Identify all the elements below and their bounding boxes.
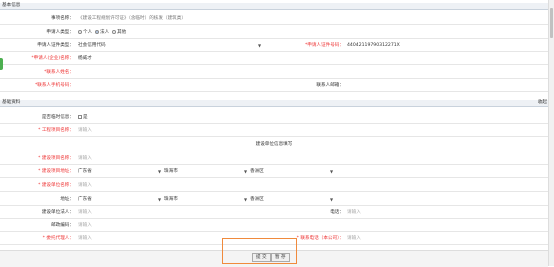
project-name-input[interactable]: 请输入 [78, 127, 92, 134]
loc-district-select[interactable]: 香洲区 [250, 196, 264, 203]
unit-name-label-text: * 建设单位名称： [38, 183, 74, 188]
form-row-cert: 申请人证件类型： 社会信用代码 ▼ *申请人证件号码： 440421197903… [0, 40, 548, 52]
cert-type-label: 申请人证件类型： [37, 43, 74, 48]
project-name-label-text: * 工程项目名称： [38, 128, 74, 133]
is-temp-label: 是否临时信息： [41, 115, 74, 120]
contact-email-label: 联系人邮箱： [316, 83, 344, 88]
scrollbar[interactable] [548, 0, 554, 266]
section-header-basic-info: 基本信息 [0, 3, 550, 10]
radio-legal-person[interactable]: 法人 [95, 27, 109, 38]
loc-city-select[interactable]: 珠海市 [164, 196, 178, 203]
chevron-down-icon[interactable]: ▼ [244, 196, 247, 203]
contact-name-label-text: *联系人姓名： [44, 70, 74, 75]
applicant-name-label: *申请人(企业)名称： [0, 53, 74, 64]
form-row-location: 地址： 广东省 ▼ 珠海市 ▼ 香洲区 ▼ [0, 194, 548, 206]
section-title: 基本信息 [2, 3, 21, 8]
city-select[interactable]: 珠海市 [164, 168, 178, 175]
unit-name-input[interactable]: 请输入 [78, 182, 92, 189]
applicant-name-label-text: *申请人(企业)名称： [31, 56, 74, 61]
chevron-down-icon[interactable]: ▼ [158, 196, 161, 203]
radio-icon [78, 29, 82, 34]
collapse-link[interactable]: 收起 [538, 100, 547, 106]
section-header-basic-data: 基础资料 [0, 100, 550, 107]
project-name-label: * 工程项目名称： [0, 125, 74, 136]
form-row-item-name: 事项名称： 《建设工程规划许可证》（含临时）的核发（建筑类） [0, 13, 548, 25]
contact-name-label: *联系人姓名： [0, 67, 74, 78]
scrollbar-thumb[interactable] [550, 8, 553, 38]
legal-person-input[interactable]: 请输入 [78, 209, 92, 216]
phone-input[interactable]: 请输入 [347, 209, 361, 216]
contact-label-text: * 联系电话（本公司）： [296, 236, 344, 241]
item-name-label: 事项名称： [51, 16, 74, 21]
contact-input[interactable]: 请输入 [347, 235, 361, 242]
radio-label: 法人 [100, 30, 110, 35]
chevron-down-icon[interactable]: ▼ [244, 168, 247, 175]
form-row-contact-name: *联系人姓名： [0, 67, 548, 79]
builder-section-title: 建设单位信息填写 [255, 142, 293, 147]
radio-other[interactable]: 其他 [112, 27, 126, 38]
form-row-unit-name: * 建设单位名称： 请输入 [0, 180, 548, 192]
builder-address-label-text: * 建设项目地址： [38, 169, 74, 174]
radio-label: 其他 [117, 30, 127, 35]
province-select[interactable]: 广东省 [78, 168, 92, 175]
cert-no-label-text: *申请人证件号码： [304, 43, 344, 48]
cert-no-input[interactable]: 44042119790312271X [347, 40, 400, 51]
district-select[interactable]: 香洲区 [250, 168, 264, 175]
applicant-type-label: 申请人类型： [46, 30, 74, 35]
chevron-down-icon[interactable]: ▼ [330, 196, 333, 203]
loc-province-select[interactable]: 广东省 [78, 196, 92, 203]
highlight-box [222, 238, 297, 264]
contact-phone-label: *联系人手机号码： [0, 80, 74, 91]
postcode-input[interactable]: 请输入 [78, 222, 92, 229]
chevron-down-icon[interactable]: ▼ [258, 42, 261, 49]
form-row-is-temp: 是否临时信息： 是 [0, 112, 548, 124]
applicant-name-input[interactable]: 杨威才 [78, 53, 92, 64]
agent-label: * 委托代理人： [0, 233, 74, 244]
item-name-value: 《建设工程规划许可证》（含临时）的核发（建筑类） [78, 16, 186, 21]
form-row-contact-phone: *联系人手机号码： 联系人邮箱： [0, 80, 548, 92]
cert-no-label: *申请人证件号码： [270, 40, 344, 51]
agent-label-text: * 委托代理人： [42, 236, 74, 241]
form-row-applicant-type: 申请人类型： 个人 法人 其他 [0, 27, 548, 39]
radio-label: 个人 [83, 30, 93, 35]
form-row-builder-address: * 建设项目地址： 广东省 ▼ 珠海市 ▼ 香洲区 ▼ [0, 166, 548, 178]
unit-name-label: * 建设单位名称： [0, 180, 74, 191]
form-row-project-name: * 工程项目名称： 请输入 [0, 125, 548, 137]
form-row-builder-name: * 建设项目名称： 请输入 [0, 153, 548, 165]
cert-type-select[interactable]: 社会信用代码 [78, 42, 106, 49]
legal-person-label: 建设单位法人： [41, 210, 74, 215]
checkbox-label: 是 [83, 115, 88, 120]
agent-input[interactable]: 请输入 [78, 235, 92, 242]
builder-name-label: * 建设项目名称： [0, 153, 74, 164]
chevron-down-icon[interactable]: ▼ [330, 168, 333, 175]
phone-label: 电话： [330, 210, 344, 215]
builder-name-input[interactable]: 请输入 [78, 155, 92, 162]
form-row-applicant-name: *申请人(企业)名称： 杨威才 [0, 53, 548, 65]
checkbox-icon [78, 114, 82, 119]
radio-selected-icon [95, 29, 99, 34]
contact-phone-label-text: *联系人手机号码： [34, 83, 74, 88]
postcode-label: 邮政编码： [51, 223, 74, 228]
section-title: 基础资料 [2, 100, 21, 105]
radio-individual[interactable]: 个人 [78, 27, 92, 38]
radio-icon [112, 29, 116, 34]
is-temp-checkbox[interactable]: 是 [78, 112, 88, 123]
builder-address-label: * 建设项目地址： [0, 166, 74, 177]
builder-name-label-text: * 建设项目名称： [38, 156, 74, 161]
form-row-postcode: 邮政编码： 请输入 [0, 220, 548, 232]
form-row-legal-phone: 建设单位法人： 请输入 电话： 请输入 [0, 207, 548, 219]
location-label: 地址： [60, 197, 74, 202]
chevron-down-icon[interactable]: ▼ [158, 168, 161, 175]
